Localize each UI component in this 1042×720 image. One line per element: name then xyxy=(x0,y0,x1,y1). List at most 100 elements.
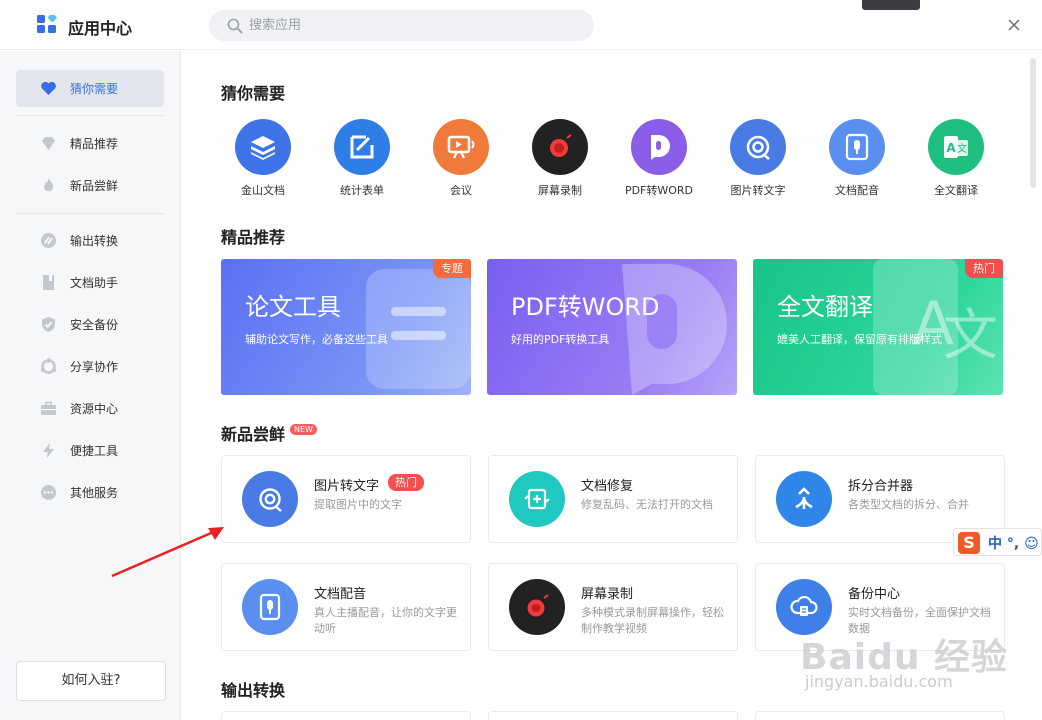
app-screen-record[interactable]: 屏幕录制 xyxy=(515,119,605,199)
app-label: 图片转文字 xyxy=(730,184,786,197)
sidebar-item-label: 猜你需要 xyxy=(70,82,119,96)
card-partial[interactable] xyxy=(221,711,471,720)
scrollbar[interactable] xyxy=(1030,58,1036,188)
app-label: PDF转WORD xyxy=(624,184,694,197)
layers-icon xyxy=(251,136,275,160)
sidebar-item-label: 文档助手 xyxy=(70,276,119,290)
banner-tag: 热门 xyxy=(965,259,1003,278)
top-bar: 应用中心 xyxy=(0,0,1042,50)
card-doc-repair[interactable]: 文档修复 修复乱码、无法打开的文档 xyxy=(488,455,738,543)
card-desc: 真人主播配音，让你的文字更动听 xyxy=(314,606,457,635)
watermark: Baidu 经验 jingyan.baidu.com xyxy=(800,608,1007,708)
banner-pdf-to-word[interactable]: PDF转WORD 好用的PDF转换工具 xyxy=(487,259,737,395)
flame-icon xyxy=(44,178,54,192)
sidebar-item-label: 精品推荐 xyxy=(70,137,119,151)
app-kingsoft-docs[interactable]: 金山文档 xyxy=(218,119,308,199)
app-label: 统计表单 xyxy=(340,184,384,197)
ime-toolbar[interactable]: S 中 °, ☺ xyxy=(953,528,1042,556)
card-partial[interactable] xyxy=(488,711,738,720)
sidebar-item-label: 安全备份 xyxy=(70,318,119,332)
watermark-url: jingyan.baidu.com xyxy=(805,672,953,691)
annotation-arrow xyxy=(111,527,224,578)
app-icon-circle xyxy=(334,119,390,175)
section-title-featured: 精品推荐 xyxy=(221,228,286,247)
record-icon xyxy=(527,594,549,617)
gem-icon xyxy=(42,137,55,150)
hot-badge: 热门 xyxy=(388,474,424,491)
app-doc-voice[interactable]: 文档配音 xyxy=(812,119,902,199)
pdf-icon xyxy=(622,264,727,395)
card-title: 拆分合并器 xyxy=(848,479,914,494)
sidebar-item-featured[interactable]: 精品推荐 xyxy=(16,125,164,162)
app-image-to-text[interactable]: 图片转文字 xyxy=(713,119,803,199)
sidebar-item-tools[interactable]: 便捷工具 xyxy=(16,432,164,469)
card-title: 文档配音 xyxy=(314,587,367,602)
sidebar-item-guess[interactable]: 猜你需要 xyxy=(16,70,164,107)
app-pdf-to-word[interactable]: PDF转WORD xyxy=(614,119,704,199)
section-title-new: 新品尝鲜 xyxy=(221,425,286,444)
app-icon-circle xyxy=(235,119,291,175)
app-icon-circle xyxy=(829,119,885,175)
shield-icon xyxy=(42,317,55,332)
translate-icon: A文 xyxy=(944,136,968,158)
card-title: 屏幕录制 xyxy=(581,587,634,602)
sidebar-item-share[interactable]: 分享协作 xyxy=(16,348,164,385)
banner-thesis-tools[interactable]: 论文工具 辅助论文写作，必备这些工具 专题 xyxy=(221,259,471,395)
microphone-icon xyxy=(259,593,281,621)
app-label: 全文翻译 xyxy=(934,184,978,197)
banner-subtitle: 辅助论文写作，必备这些工具 xyxy=(245,333,388,346)
card-screen-record[interactable]: 屏幕录制 多种模式录制屏幕操作，轻松制作教学视频 xyxy=(488,563,738,651)
microphone-icon xyxy=(845,133,869,161)
sidebar-item-label: 资源中心 xyxy=(70,402,119,416)
share-icon xyxy=(40,358,57,374)
card-icon-circle xyxy=(776,471,832,527)
card-partial[interactable] xyxy=(755,711,1005,720)
search-input[interactable] xyxy=(249,10,579,41)
card-icon-circle xyxy=(242,471,298,527)
app-icon-circle xyxy=(730,119,786,175)
app-meeting[interactable]: 会议 xyxy=(416,119,506,199)
card-icon-circle xyxy=(242,579,298,635)
scan-icon xyxy=(746,135,770,160)
sidebar-item-new[interactable]: 新品尝鲜 xyxy=(16,167,164,204)
sidebar-item-label: 分享协作 xyxy=(70,360,119,374)
banner-full-translate[interactable]: A文 全文翻译 媲美人工翻译，保留原有排版样式 热门 xyxy=(753,259,1003,395)
translate-icon: A文 xyxy=(873,259,998,395)
card-image-to-text[interactable]: 图片转文字 热门 提取图片中的文字 xyxy=(221,455,471,543)
app-stat-form[interactable]: 统计表单 xyxy=(317,119,407,199)
pdf-icon xyxy=(651,135,670,160)
card-desc: 各类型文档的拆分、合并 xyxy=(848,498,969,511)
card-doc-voice[interactable]: 文档配音 真人主播配音，让你的文字更动听 xyxy=(221,563,471,651)
search-box[interactable] xyxy=(209,10,594,41)
window-widget xyxy=(862,0,920,10)
heart-icon xyxy=(41,81,56,95)
app-icon-circle xyxy=(433,119,489,175)
sidebar-item-backup[interactable]: 安全备份 xyxy=(16,306,164,343)
record-icon xyxy=(550,134,572,157)
sidebar-item-other[interactable]: 其他服务 xyxy=(16,474,164,511)
banner-subtitle: 好用的PDF转换工具 xyxy=(511,333,610,346)
card-icon-circle xyxy=(509,579,565,635)
convert-icon xyxy=(41,233,56,248)
app-title: 应用中心 xyxy=(68,19,133,38)
app-icon-circle: A文 xyxy=(928,119,984,175)
banner-tag: 专题 xyxy=(433,259,471,278)
sidebar-item-label: 其他服务 xyxy=(70,486,119,500)
close-icon[interactable] xyxy=(1005,16,1023,34)
app-full-translate[interactable]: A文 全文翻译 xyxy=(911,119,1001,199)
sidebar-item-label: 输出转换 xyxy=(70,234,119,248)
section-title-guess: 猜你需要 xyxy=(221,84,286,103)
card-title: 备份中心 xyxy=(848,587,901,602)
svg-text:文: 文 xyxy=(957,142,967,155)
app-label: 文档配音 xyxy=(835,184,879,197)
sidebar-item-resources[interactable]: 资源中心 xyxy=(16,390,164,427)
split-merge-icon xyxy=(795,487,813,509)
card-desc: 提取图片中的文字 xyxy=(314,498,402,511)
app-label: 会议 xyxy=(450,184,472,197)
join-button[interactable]: 如何入驻? xyxy=(16,661,166,701)
card-desc: 修复乱码、无法打开的文档 xyxy=(581,498,713,511)
sidebar-item-doc-assistant[interactable]: 文档助手 xyxy=(16,264,164,301)
sidebar-item-output[interactable]: 输出转换 xyxy=(16,222,164,259)
app-label: 金山文档 xyxy=(241,184,285,197)
banner-title: 论文工具 xyxy=(245,293,341,321)
